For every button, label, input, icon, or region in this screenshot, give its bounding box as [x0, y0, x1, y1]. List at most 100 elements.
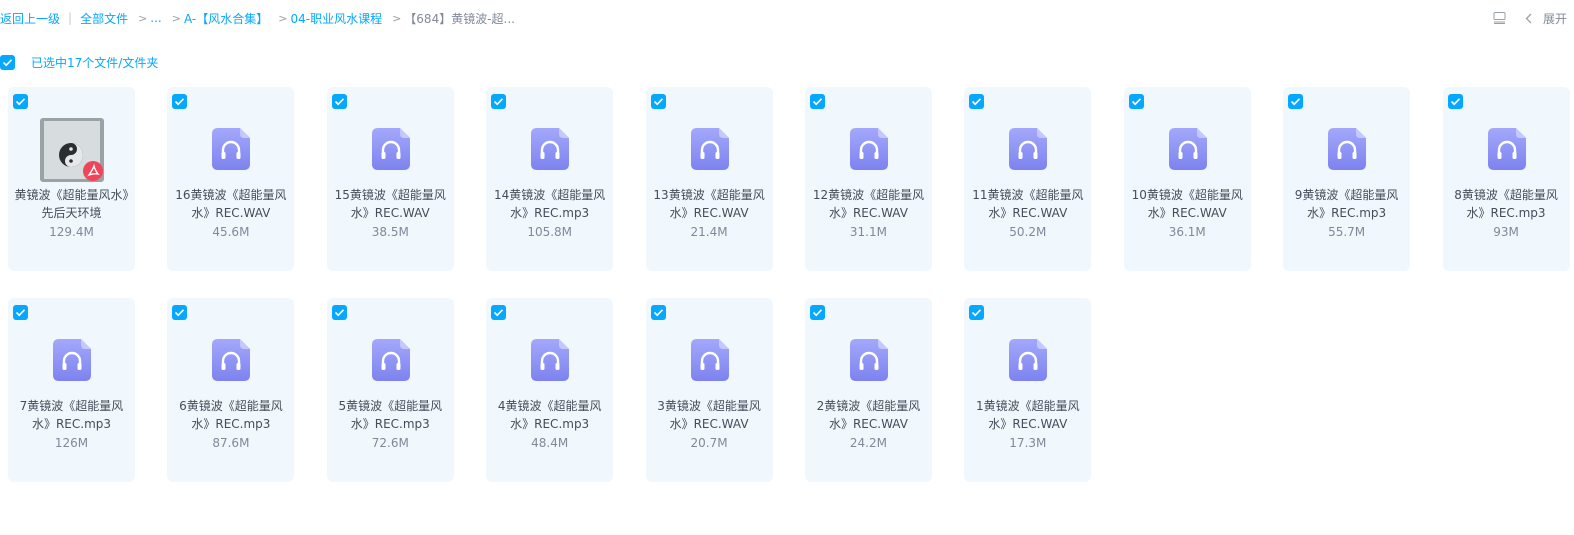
file-card[interactable]: 10黄镜波《超能量风水》REC.WAV 36.1M [1123, 87, 1251, 271]
file-name[interactable]: 10黄镜波《超能量风水》REC.WAV [1128, 186, 1247, 222]
breadcrumb-current: 【684】黄镜波-超... [404, 11, 515, 26]
audio-file-icon [212, 339, 251, 381]
file-name[interactable]: 4黄镜波《超能量风水》REC.mp3 [490, 397, 609, 433]
breadcrumb-root[interactable]: 全部文件 [80, 10, 128, 27]
back-link[interactable]: 返回上一级 [0, 10, 60, 27]
file-name[interactable]: 6黄镜波《超能量风水》REC.mp3 [171, 397, 290, 433]
file-size: 87.6M [212, 436, 250, 450]
audio-file-icon [531, 339, 570, 381]
file-card[interactable]: 6黄镜波《超能量风水》REC.mp3 87.6M [167, 298, 295, 482]
file-card[interactable]: 12黄镜波《超能量风水》REC.WAV 31.1M [804, 87, 932, 271]
file-checkbox[interactable] [650, 305, 666, 320]
file-checkbox[interactable] [13, 94, 28, 109]
breadcrumb-folder-fengshui[interactable]: A-【风水合集】 [184, 10, 268, 27]
file-card[interactable]: 1黄镜波《超能量风水》REC.WAV 17.3M [964, 298, 1092, 482]
file-checkbox[interactable] [809, 305, 825, 320]
file-name[interactable]: 15黄镜波《超能量风水》REC.WAV [331, 186, 450, 222]
audio-file-icon [849, 339, 888, 381]
file-size: 21.4M [690, 225, 728, 239]
file-checkbox[interactable] [172, 305, 188, 320]
file-card[interactable]: 13黄镜波《超能量风水》REC.WAV 21.4M [645, 87, 773, 271]
file-name[interactable]: 2黄镜波《超能量风水》REC.WAV [809, 397, 928, 433]
file-name[interactable]: 5黄镜波《超能量风水》REC.mp3 [331, 397, 450, 433]
file-size: 129.4M [49, 225, 94, 239]
file-size: 36.1M [1168, 225, 1206, 239]
file-name[interactable]: 11黄镜波《超能量风水》REC.WAV [968, 186, 1087, 222]
breadcrumb-arrow-icon: > [171, 11, 181, 25]
file-checkbox[interactable] [969, 94, 985, 109]
file-checkbox[interactable] [172, 94, 188, 109]
file-card[interactable]: 7黄镜波《超能量风水》REC.mp3 126M [8, 298, 135, 482]
audio-file-icon [531, 128, 570, 170]
file-name[interactable]: 7黄镜波《超能量风水》REC.mp3 [12, 397, 131, 433]
audio-file-icon [371, 128, 410, 170]
file-card[interactable]: 11黄镜波《超能量风水》REC.WAV 50.2M [964, 87, 1092, 271]
chevron-left-icon[interactable] [1524, 11, 1534, 25]
pdf-thumbnail [40, 118, 104, 182]
audio-file-icon [53, 339, 91, 381]
file-checkbox[interactable] [13, 305, 28, 320]
selection-count: 已选中17个文件/文件夹 [31, 55, 159, 70]
file-card[interactable]: 4黄镜波《超能量风水》REC.mp3 48.4M [486, 298, 614, 482]
file-size: 20.7M [690, 436, 728, 450]
file-card[interactable]: 15黄镜波《超能量风水》REC.WAV 38.5M [326, 87, 454, 271]
file-name[interactable]: 9黄镜波《超能量风水》REC.mp3 [1287, 186, 1406, 222]
breadcrumb-ellipsis[interactable]: ... [150, 11, 161, 25]
file-checkbox[interactable] [809, 94, 825, 109]
file-checkbox[interactable] [1447, 94, 1463, 109]
audio-file-icon [1009, 339, 1048, 381]
file-checkbox[interactable] [491, 305, 507, 320]
select-all-checkbox[interactable] [0, 54, 15, 70]
file-checkbox[interactable] [1128, 94, 1144, 109]
audio-file-icon [371, 339, 410, 381]
file-card[interactable]: 5黄镜波《超能量风水》REC.mp3 72.6M [326, 298, 454, 482]
file-size: 55.7M [1328, 225, 1366, 239]
expand-button[interactable]: 展开 [1543, 10, 1567, 27]
audio-file-icon [1328, 128, 1367, 170]
file-name[interactable]: 12黄镜波《超能量风水》REC.WAV [809, 186, 928, 222]
file-name[interactable]: 3黄镜波《超能量风水》REC.WAV [650, 397, 769, 433]
file-grid: 黄镜波《超能量风水》先后天环境 129.4M 16黄镜波《超能量风水》REC.WAV… [8, 87, 1574, 482]
file-checkbox[interactable] [331, 94, 347, 109]
breadcrumb: 返回上一级 | 全部文件 > ... > A-【风水合集】 > 04-职业风水课… [0, 8, 515, 28]
breadcrumb-divider: | [68, 11, 73, 25]
file-name[interactable]: 14黄镜波《超能量风水》REC.mp3 [490, 186, 609, 222]
file-size: 72.6M [371, 436, 409, 450]
audio-file-icon [1009, 128, 1048, 170]
file-card[interactable]: 9黄镜波《超能量风水》REC.mp3 55.7M [1283, 87, 1411, 271]
file-size: 126M [54, 436, 89, 450]
file-size: 105.8M [527, 225, 573, 239]
file-card[interactable]: 16黄镜波《超能量风水》REC.WAV 45.6M [167, 87, 295, 271]
audio-file-icon [849, 128, 888, 170]
breadcrumb-arrow-icon: > [138, 11, 148, 25]
file-checkbox[interactable] [650, 94, 666, 109]
file-size: 24.2M [849, 436, 887, 450]
breadcrumb-arrow-icon: > [392, 11, 402, 25]
file-checkbox[interactable] [969, 305, 985, 320]
breadcrumb-folder-course[interactable]: 04-职业风水课程 [290, 10, 382, 27]
file-checkbox[interactable] [1288, 94, 1304, 109]
file-card[interactable]: 3黄镜波《超能量风水》REC.WAV 20.7M [645, 298, 773, 482]
file-size: 17.3M [1009, 436, 1047, 450]
file-card[interactable]: 8黄镜波《超能量风水》REC.mp3 93M [1442, 87, 1570, 271]
file-name[interactable]: 1黄镜波《超能量风水》REC.WAV [968, 397, 1087, 433]
file-name[interactable]: 8黄镜波《超能量风水》REC.mp3 [1447, 186, 1566, 222]
file-name[interactable]: 黄镜波《超能量风水》先后天环境 [12, 186, 131, 222]
file-name[interactable]: 16黄镜波《超能量风水》REC.WAV [171, 186, 290, 222]
file-name[interactable]: 13黄镜波《超能量风水》REC.WAV [650, 186, 769, 222]
audio-file-icon [1168, 128, 1207, 170]
file-size: 50.2M [1009, 225, 1047, 239]
pdf-icon [83, 161, 103, 181]
file-card[interactable]: 2黄镜波《超能量风水》REC.WAV 24.2M [804, 298, 932, 482]
breadcrumb-arrow-icon: > [278, 11, 288, 25]
file-size: 31.1M [849, 225, 887, 239]
file-checkbox[interactable] [491, 94, 507, 109]
audio-file-icon [690, 339, 729, 381]
file-size: 48.4M [531, 436, 569, 450]
list-view-icon[interactable] [1493, 11, 1507, 25]
file-size: 38.5M [371, 225, 409, 239]
file-card[interactable]: 14黄镜波《超能量风水》REC.mp3 105.8M [486, 87, 614, 271]
file-size: 45.6M [212, 225, 250, 239]
file-checkbox[interactable] [331, 305, 347, 320]
file-card[interactable]: 黄镜波《超能量风水》先后天环境 129.4M [8, 87, 135, 271]
